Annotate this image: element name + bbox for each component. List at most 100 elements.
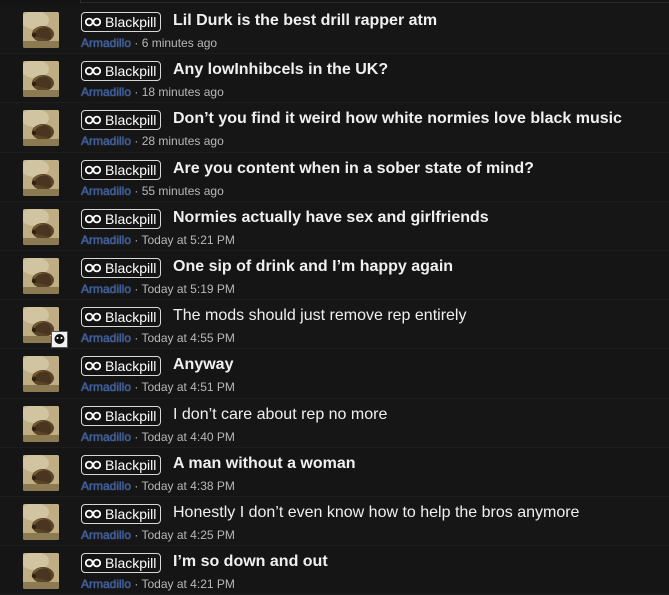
pill-glasses-icon xyxy=(85,361,101,371)
meta-separator: · xyxy=(134,331,139,346)
author-link[interactable]: Armadillo xyxy=(81,380,131,394)
blackpill-prefix-badge[interactable]: Blackpill xyxy=(81,454,162,475)
blackpill-prefix-badge[interactable]: Blackpill xyxy=(81,405,162,426)
author-link[interactable]: Armadillo xyxy=(81,479,131,493)
thread-title[interactable]: The mods should just remove rep entirely xyxy=(173,305,466,327)
author-link[interactable]: Armadillo xyxy=(81,282,131,296)
pill-glasses-icon xyxy=(85,411,101,421)
last-poster-avatar[interactable] xyxy=(51,331,68,349)
thread-row[interactable]: Blackpill Anyway Armadillo · Today at 4:… xyxy=(0,349,669,399)
meta-separator: · xyxy=(134,232,139,247)
thread-row[interactable]: Blackpill Any lowInhibcels in the UK? Ar… xyxy=(0,54,669,104)
thread-row[interactable]: Blackpill Are you content when in a sobe… xyxy=(0,152,669,202)
author-link[interactable]: Armadillo xyxy=(81,331,131,345)
user-avatar[interactable] xyxy=(23,257,59,294)
thread-meta: Armadillo · Today at 4:21 PM xyxy=(81,577,235,591)
blackpill-prefix-badge[interactable]: Blackpill xyxy=(81,159,162,180)
blackpill-prefix-badge[interactable]: Blackpill xyxy=(81,356,162,377)
thread-time[interactable]: Today at 4:38 PM xyxy=(141,479,234,493)
pill-glasses-icon xyxy=(85,312,101,322)
thread-row[interactable]: Blackpill Honestly I don’t even know how… xyxy=(0,496,669,547)
thread-title[interactable]: Don’t you find it weird how white normie… xyxy=(173,108,622,130)
author-link[interactable]: Armadillo xyxy=(81,528,131,542)
pill-glasses-icon xyxy=(85,509,101,519)
user-avatar[interactable] xyxy=(23,208,59,245)
prefix-label: Blackpill xyxy=(105,161,157,178)
meta-separator: · xyxy=(134,183,139,198)
thread-row[interactable]: Blackpill I don’t care about rep no more… xyxy=(0,398,669,448)
thread-title[interactable]: Any lowInhibcels in the UK? xyxy=(173,59,388,81)
blackpill-prefix-badge[interactable]: Blackpill xyxy=(81,110,162,131)
blackpill-prefix-badge[interactable]: Blackpill xyxy=(81,61,162,82)
thread-time[interactable]: 6 minutes ago xyxy=(142,36,217,50)
user-avatar[interactable] xyxy=(23,503,59,540)
thread-time[interactable]: Today at 4:55 PM xyxy=(141,331,234,345)
blackpill-prefix-badge[interactable]: Blackpill xyxy=(81,12,162,32)
thread-row[interactable]: Blackpill Normies actually have sex and … xyxy=(0,201,669,251)
user-avatar[interactable] xyxy=(23,454,59,491)
thread-row[interactable]: Blackpill Don’t you find it weird how wh… xyxy=(0,103,669,153)
meta-separator: · xyxy=(134,478,139,493)
thread-time[interactable]: 28 minutes ago xyxy=(142,134,224,148)
thread-meta: Armadillo · Today at 4:40 PM xyxy=(81,430,235,444)
prefix-label: Blackpill xyxy=(105,555,157,572)
thread-row[interactable]: Blackpill Lil Durk is the best drill rap… xyxy=(0,5,669,55)
thread-title[interactable]: Anyway xyxy=(173,354,233,376)
meta-separator: · xyxy=(134,380,139,395)
pill-glasses-icon xyxy=(85,460,101,470)
author-link[interactable]: Armadillo xyxy=(81,430,131,444)
thread-time[interactable]: Today at 4:25 PM xyxy=(141,528,234,542)
user-avatar[interactable] xyxy=(23,553,59,590)
thread-time[interactable]: Today at 5:21 PM xyxy=(141,233,234,247)
thread-title[interactable]: One sip of drink and I’m happy again xyxy=(173,256,453,278)
thread-title[interactable]: I don’t care about rep no more xyxy=(173,404,387,426)
thread-meta: Armadillo · Today at 4:25 PM xyxy=(81,528,235,542)
blackpill-prefix-badge[interactable]: Blackpill xyxy=(81,208,162,229)
pill-glasses-icon xyxy=(85,66,101,76)
prefix-label: Blackpill xyxy=(105,112,157,129)
thread-meta: Armadillo · 28 minutes ago xyxy=(81,134,224,148)
thread-title[interactable]: A man without a woman xyxy=(173,453,356,475)
thread-title[interactable]: Are you content when in a sober state of… xyxy=(173,158,534,180)
blackpill-prefix-badge[interactable]: Blackpill xyxy=(81,257,162,278)
user-avatar[interactable] xyxy=(23,405,59,442)
prefix-label: Blackpill xyxy=(105,63,157,80)
thread-time[interactable]: 18 minutes ago xyxy=(142,85,224,99)
prefix-label: Blackpill xyxy=(105,407,157,424)
thread-time[interactable]: Today at 4:40 PM xyxy=(141,430,234,444)
author-link[interactable]: Armadillo xyxy=(81,134,131,148)
pill-glasses-icon xyxy=(85,263,101,273)
thread-time[interactable]: Today at 4:51 PM xyxy=(141,380,234,394)
pill-glasses-icon xyxy=(85,115,101,125)
author-link[interactable]: Armadillo xyxy=(81,36,131,50)
user-avatar[interactable] xyxy=(23,159,59,196)
author-link[interactable]: Armadillo xyxy=(81,184,131,198)
thread-time[interactable]: Today at 4:21 PM xyxy=(141,577,234,591)
user-avatar[interactable] xyxy=(23,61,59,98)
author-link[interactable]: Armadillo xyxy=(81,577,131,591)
user-avatar[interactable] xyxy=(23,356,59,393)
thread-row[interactable]: Blackpill I’m so down and out Armadillo … xyxy=(0,546,669,595)
thread-time[interactable]: Today at 5:19 PM xyxy=(141,282,234,296)
thread-row[interactable]: Blackpill A man without a woman Armadill… xyxy=(0,447,669,497)
blackpill-prefix-badge[interactable]: Blackpill xyxy=(81,503,162,524)
thread-title[interactable]: Honestly I don’t even know how to help t… xyxy=(173,502,579,524)
thread-title[interactable]: Normies actually have sex and girlfriend… xyxy=(173,207,489,229)
author-link[interactable]: Armadillo xyxy=(81,233,131,247)
user-avatar[interactable] xyxy=(23,110,59,147)
thread-meta: Armadillo · 18 minutes ago xyxy=(81,85,224,99)
meta-separator: · xyxy=(134,577,139,592)
thread-row[interactable]: Blackpill One sip of drink and I’m happy… xyxy=(0,250,669,301)
pill-glasses-icon xyxy=(85,17,101,27)
meta-separator: · xyxy=(134,527,139,542)
blackpill-prefix-badge[interactable]: Blackpill xyxy=(81,553,162,574)
prefix-label: Blackpill xyxy=(105,456,157,473)
author-link[interactable]: Armadillo xyxy=(81,85,131,99)
thread-title[interactable]: Lil Durk is the best drill rapper atm xyxy=(173,10,437,32)
prefix-label: Blackpill xyxy=(105,358,157,375)
user-avatar[interactable] xyxy=(23,12,59,48)
thread-title[interactable]: I’m so down and out xyxy=(173,551,328,573)
thread-row[interactable]: Blackpill The mods should just remove re… xyxy=(0,300,669,350)
blackpill-prefix-badge[interactable]: Blackpill xyxy=(81,307,162,328)
thread-time[interactable]: 55 minutes ago xyxy=(142,184,224,198)
